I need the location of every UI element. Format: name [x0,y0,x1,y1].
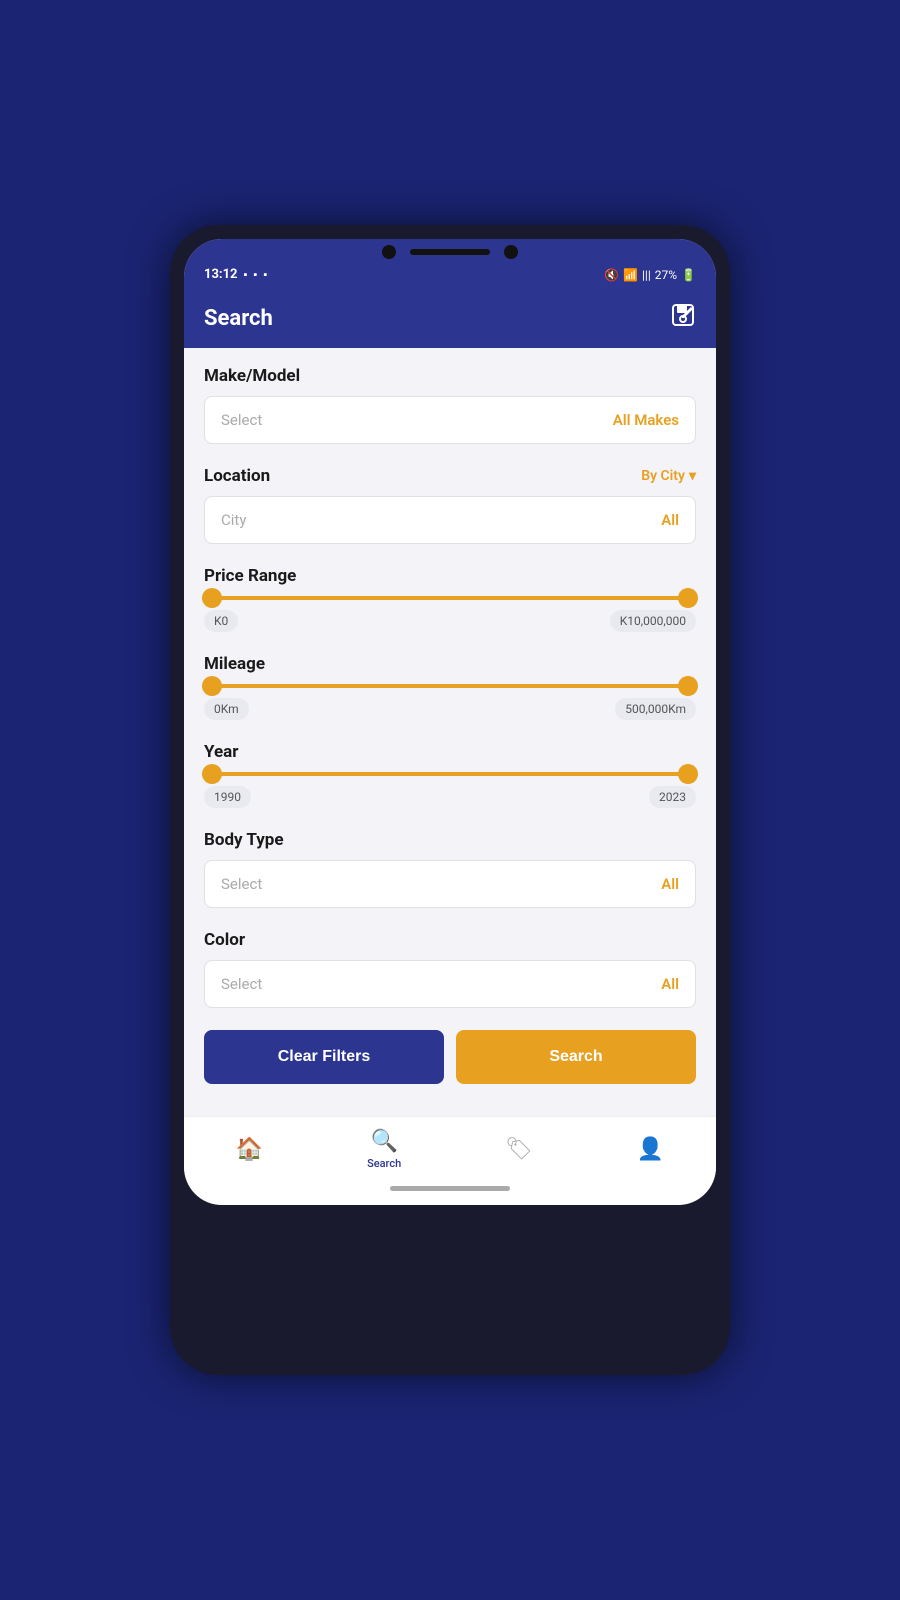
body-type-title: Body Type [204,830,696,850]
mute-icon: 🔇 [604,268,619,282]
city-input[interactable]: City All [204,496,696,544]
camera [382,245,396,259]
year-min-label: 1990 [204,786,251,808]
mileage-thumb-left[interactable] [202,676,222,696]
price-labels: K0 K10,000,000 [204,610,696,632]
price-thumb-left[interactable] [202,588,222,608]
year-labels: 1990 2023 [204,786,696,808]
action-buttons: Clear Filters Search [204,1030,696,1084]
chevron-down-icon: ▾ [689,468,696,484]
mileage-thumb-right[interactable] [678,676,698,696]
phone-screen: 13:12 ▪ ▪ ▪ 🔇 📶 ||| 27% 🔋 Search [184,239,716,1205]
inv-icon: ▪ [244,268,248,281]
price-range-title: Price Range [204,566,696,586]
phone-frame: 13:12 ▪ ▪ ▪ 🔇 📶 ||| 27% 🔋 Search [170,225,730,1375]
camera-right [504,245,518,259]
signal-icon: ||| [642,268,651,282]
by-city-label: By City [641,468,685,484]
year-max-label: 2023 [649,786,696,808]
body-type-section: Body Type Select All [204,830,696,908]
search-nav-icon: 🔍 [370,1129,397,1154]
status-bar: 13:12 ▪ ▪ ▪ 🔇 📶 ||| 27% 🔋 [184,259,716,288]
status-right: 🔇 📶 ||| 27% 🔋 [604,268,696,282]
battery-icon: 🔋 [681,268,696,282]
mileage-fill [208,684,692,688]
mileage-min-label: 0Km [204,698,249,720]
by-city-button[interactable]: By City ▾ [641,468,696,484]
speaker [410,249,490,255]
make-model-value: All Makes [613,411,679,429]
color-section: Color Select All [204,930,696,1008]
year-slider[interactable]: 1990 2023 [204,772,696,808]
location-section: Location By City ▾ City All [204,466,696,544]
mileage-slider[interactable]: 0Km 500,000Km [204,684,696,720]
tags-icon: 🏷 [505,1137,533,1162]
price-range-section: Price Range K0 K10,000,000 [204,566,696,632]
make-model-section: Make/Model Select All Makes [204,366,696,444]
location-header: Location By City ▾ [204,466,696,486]
mileage-track [208,684,692,688]
home-indicator [184,1178,716,1205]
mileage-labels: 0Km 500,000Km [204,698,696,720]
year-thumb-left[interactable] [202,764,222,784]
price-min-label: K0 [204,610,238,632]
color-input[interactable]: Select All [204,960,696,1008]
price-range-slider[interactable]: K0 K10,000,000 [204,596,696,632]
clear-filters-button[interactable]: Clear Filters [204,1030,444,1084]
year-track [208,772,692,776]
nav-tags[interactable]: 🏷 [505,1137,533,1162]
color-placeholder: Select [221,975,262,993]
img-icon: ▪ [263,268,267,281]
body-type-input[interactable]: Select All [204,860,696,908]
price-fill [208,596,692,600]
color-value: All [661,975,679,993]
save-edit-icon[interactable] [670,302,696,334]
nav-home[interactable]: 🏠 [236,1137,263,1162]
body-type-placeholder: Select [221,875,262,893]
city-value: All [661,511,679,529]
price-max-label: K10,000,000 [610,610,696,632]
year-thumb-right[interactable] [678,764,698,784]
home-bar [390,1186,510,1191]
status-time: 13:12 [204,267,238,282]
year-section: Year 1990 2023 [204,742,696,808]
profile-icon: 👤 [637,1137,664,1162]
wifi-icon: 📶 [623,268,638,282]
bottom-nav: 🏠 🔍 Search 🏷 👤 [184,1116,716,1178]
make-model-placeholder: Select [221,411,262,429]
year-fill [208,772,692,776]
battery-text: 27% [655,268,677,282]
app-bar: Search [184,288,716,348]
search-nav-label: Search [367,1157,401,1170]
mileage-max-label: 500,000Km [615,698,696,720]
make-model-input[interactable]: Select All Makes [204,396,696,444]
price-thumb-right[interactable] [678,588,698,608]
msg-icon: ▪ [253,268,257,281]
app-bar-title: Search [204,306,273,331]
body-type-value: All [661,875,679,893]
nav-profile[interactable]: 👤 [637,1137,664,1162]
color-title: Color [204,930,696,950]
status-left: 13:12 ▪ ▪ ▪ [204,267,267,282]
nav-search[interactable]: 🔍 Search [367,1129,401,1170]
mileage-section: Mileage 0Km 500,000Km [204,654,696,720]
make-model-title: Make/Model [204,366,696,386]
city-placeholder: City [221,511,246,529]
price-track [208,596,692,600]
content-area: Make/Model Select All Makes Location By … [184,348,716,1116]
location-title: Location [204,466,270,486]
home-icon: 🏠 [236,1137,263,1162]
notch-area [184,239,716,259]
mileage-title: Mileage [204,654,696,674]
search-button[interactable]: Search [456,1030,696,1084]
year-title: Year [204,742,696,762]
